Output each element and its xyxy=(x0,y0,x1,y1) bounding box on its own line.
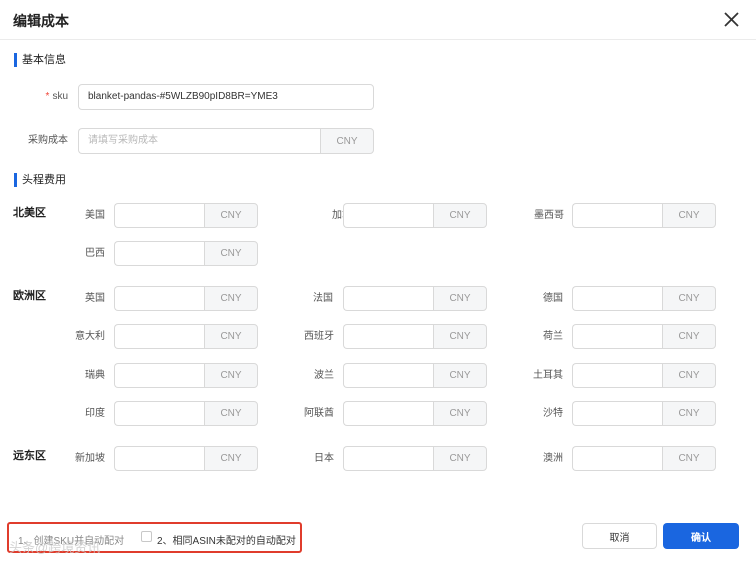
freight-field-nl: CNY xyxy=(572,324,756,349)
country-label: 沙特 xyxy=(543,408,563,419)
currency-addon: CNY xyxy=(662,401,716,426)
freight-field-tr: CNY xyxy=(572,363,756,388)
region-far-east: 远东区 xyxy=(13,450,46,462)
section-basic-info: 基本信息 xyxy=(14,53,66,67)
freight-input[interactable] xyxy=(114,203,204,228)
freight-field-au: CNY xyxy=(572,446,756,471)
freight-field-mx: CNY xyxy=(572,203,756,228)
freight-input[interactable] xyxy=(114,446,204,471)
freight-input[interactable] xyxy=(572,324,662,349)
freight-field-de: CNY xyxy=(572,286,756,311)
currency-addon: CNY xyxy=(204,286,258,311)
freight-input[interactable] xyxy=(114,241,204,266)
freight-input[interactable] xyxy=(572,363,662,388)
country-label: 西班牙 xyxy=(304,331,334,342)
purchase-cost-label: 采购成本 xyxy=(28,135,68,146)
freight-input[interactable] xyxy=(114,363,204,388)
country-label: 阿联酋 xyxy=(304,408,334,419)
currency-addon: CNY xyxy=(662,363,716,388)
currency-addon: CNY xyxy=(433,446,487,471)
currency-addon: CNY xyxy=(433,401,487,426)
country-label: 墨西哥 xyxy=(534,210,564,221)
currency-addon: CNY xyxy=(204,241,258,266)
freight-input[interactable] xyxy=(572,286,662,311)
currency-addon: CNY xyxy=(433,363,487,388)
section-freight: 头程费用 xyxy=(14,173,66,187)
currency-addon: CNY xyxy=(204,363,258,388)
freight-input[interactable] xyxy=(343,446,433,471)
country-label: 新加坡 xyxy=(75,453,105,464)
currency-addon: CNY xyxy=(662,203,716,228)
watermark-logo: 头条@跨境资讯 xyxy=(9,540,101,555)
sku-input[interactable]: blanket-pandas-#5WLZB90pID8BR=YME3 xyxy=(78,84,374,110)
currency-addon: CNY xyxy=(433,203,487,228)
currency-addon: CNY xyxy=(662,286,716,311)
purchase-cost-input[interactable]: 请填写采购成本 xyxy=(78,128,320,154)
dialog-title: 编辑成本 xyxy=(13,13,69,29)
country-label: 澳洲 xyxy=(543,453,563,464)
sku-label: * sku xyxy=(45,91,68,102)
close-icon[interactable] xyxy=(721,9,743,31)
freight-input[interactable] xyxy=(343,203,433,228)
freight-field-us: CNY xyxy=(114,203,318,228)
currency-addon: CNY xyxy=(204,324,258,349)
freight-input[interactable] xyxy=(343,401,433,426)
freight-input[interactable] xyxy=(343,324,433,349)
country-label: 巴西 xyxy=(85,248,105,259)
country-label: 法国 xyxy=(313,293,333,304)
freight-input[interactable] xyxy=(572,203,662,228)
country-label: 波兰 xyxy=(314,370,334,381)
freight-input[interactable] xyxy=(572,446,662,471)
freight-input[interactable] xyxy=(343,363,433,388)
confirm-button[interactable]: 确认 xyxy=(663,523,739,549)
country-label: 意大利 xyxy=(75,331,105,342)
currency-addon: CNY xyxy=(204,203,258,228)
country-label: 荷兰 xyxy=(543,331,563,342)
freight-input[interactable] xyxy=(343,286,433,311)
region-europe: 欧洲区 xyxy=(13,290,46,302)
auto-pair-option-2[interactable]: 2、相同ASIN未配对的自动配对 xyxy=(157,532,296,547)
freight-field-sa: CNY xyxy=(572,401,756,426)
auto-pair-checkbox[interactable] xyxy=(141,531,152,542)
currency-addon: CNY xyxy=(320,128,374,154)
currency-addon: CNY xyxy=(204,446,258,471)
country-label: 印度 xyxy=(85,408,105,419)
country-label: 土耳其 xyxy=(533,370,563,381)
country-label: 美国 xyxy=(85,210,105,221)
currency-addon: CNY xyxy=(662,324,716,349)
freight-input[interactable] xyxy=(114,286,204,311)
currency-addon: CNY xyxy=(204,401,258,426)
country-label: 英国 xyxy=(85,293,105,304)
freight-input[interactable] xyxy=(114,324,204,349)
region-north-america: 北美区 xyxy=(13,207,46,219)
currency-addon: CNY xyxy=(433,286,487,311)
country-label: 德国 xyxy=(543,293,563,304)
purchase-cost-field: 请填写采购成本 CNY xyxy=(78,128,374,154)
freight-input[interactable] xyxy=(572,401,662,426)
currency-addon: CNY xyxy=(433,324,487,349)
dialog-header: 编辑成本 xyxy=(0,0,756,40)
currency-addon: CNY xyxy=(662,446,716,471)
country-label: 瑞典 xyxy=(85,370,105,381)
freight-input[interactable] xyxy=(114,401,204,426)
country-label: 日本 xyxy=(314,453,334,464)
cancel-button[interactable]: 取消 xyxy=(582,523,657,549)
freight-field-br: CNY xyxy=(114,241,318,266)
